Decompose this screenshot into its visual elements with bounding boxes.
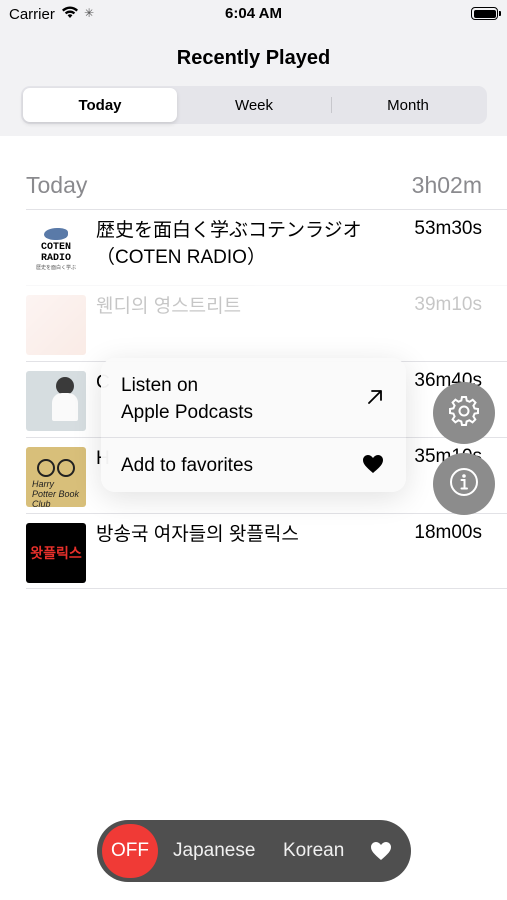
artwork-text: 왓플릭스 bbox=[30, 545, 82, 561]
artwork-text: COTEN RADIO bbox=[40, 241, 71, 264]
gear-icon bbox=[448, 395, 480, 432]
off-button[interactable]: OFF bbox=[102, 824, 158, 878]
list-item[interactable]: COTEN RADIO 歴史を面白く学ぶ 歴史を面白く学ぶコテンラジオ（COTE… bbox=[26, 209, 507, 285]
play-duration: 53m30s bbox=[414, 218, 482, 239]
context-menu: Listen on Apple Podcasts Add to favorite… bbox=[101, 358, 406, 492]
episode-title: 웬디의 영스트리트 bbox=[96, 296, 242, 317]
info-button[interactable] bbox=[433, 453, 495, 515]
status-time: 6:04 AM bbox=[225, 5, 282, 22]
add-to-favorites-item[interactable]: Add to favorites bbox=[101, 438, 406, 492]
header-area: Carrier ✳ 6:04 AM Recently Played Today … bbox=[0, 0, 507, 136]
battery-icon bbox=[471, 7, 501, 20]
segment-month[interactable]: Month bbox=[331, 88, 485, 122]
page-title: Recently Played bbox=[176, 47, 331, 69]
heart-icon bbox=[362, 454, 384, 479]
section-total: 3h02m bbox=[411, 172, 482, 198]
section-title: Today bbox=[26, 172, 88, 198]
info-icon bbox=[448, 466, 480, 503]
language-japanese-button[interactable]: Japanese bbox=[173, 840, 255, 862]
status-bar: Carrier ✳ 6:04 AM bbox=[0, 0, 507, 28]
settings-button[interactable] bbox=[433, 382, 495, 444]
menu-item-label: Listen on bbox=[121, 375, 199, 396]
artwork-subtext: 歴史を面白く学ぶ bbox=[35, 264, 76, 271]
segment-week[interactable]: Week bbox=[177, 88, 331, 122]
podcast-artwork bbox=[26, 295, 86, 355]
heart-icon[interactable] bbox=[370, 841, 392, 866]
list-item[interactable]: 왓플릭스 방송국 여자들의 왓플릭스 18m00s bbox=[26, 513, 507, 589]
menu-item-label: Add to favorites bbox=[121, 455, 254, 476]
podcast-artwork: 왓플릭스 bbox=[26, 523, 86, 583]
artwork-text: Harry Potter Book Club bbox=[32, 479, 80, 507]
podcast-artwork: Harry Potter Book Club bbox=[26, 447, 86, 507]
episode-title: 방송국 여자들의 왓플릭스 bbox=[96, 524, 299, 545]
episode-title: 歴史を面白く学ぶコテンラジオ（COTEN RADIO） bbox=[96, 220, 362, 268]
segment-today[interactable]: Today bbox=[23, 88, 177, 122]
play-duration: 39m10s bbox=[414, 294, 482, 315]
arrow-up-right-icon bbox=[366, 388, 384, 411]
menu-item-label: Apple Podcasts bbox=[121, 402, 254, 423]
podcast-artwork: COTEN RADIO 歴史を面白く学ぶ bbox=[26, 219, 86, 279]
section-header: Today 3h02m bbox=[26, 172, 482, 202]
language-filter-bar: OFF Japanese Korean bbox=[97, 820, 411, 882]
listen-on-apple-podcasts-item[interactable]: Listen on Apple Podcasts bbox=[101, 358, 406, 438]
list-item[interactable]: 웬디의 영스트리트 39m10s bbox=[26, 285, 507, 361]
play-duration: 18m00s bbox=[414, 522, 482, 543]
language-korean-button[interactable]: Korean bbox=[283, 840, 344, 862]
podcast-artwork bbox=[26, 371, 86, 431]
period-segmented-control[interactable]: Today Week Month bbox=[21, 86, 487, 124]
